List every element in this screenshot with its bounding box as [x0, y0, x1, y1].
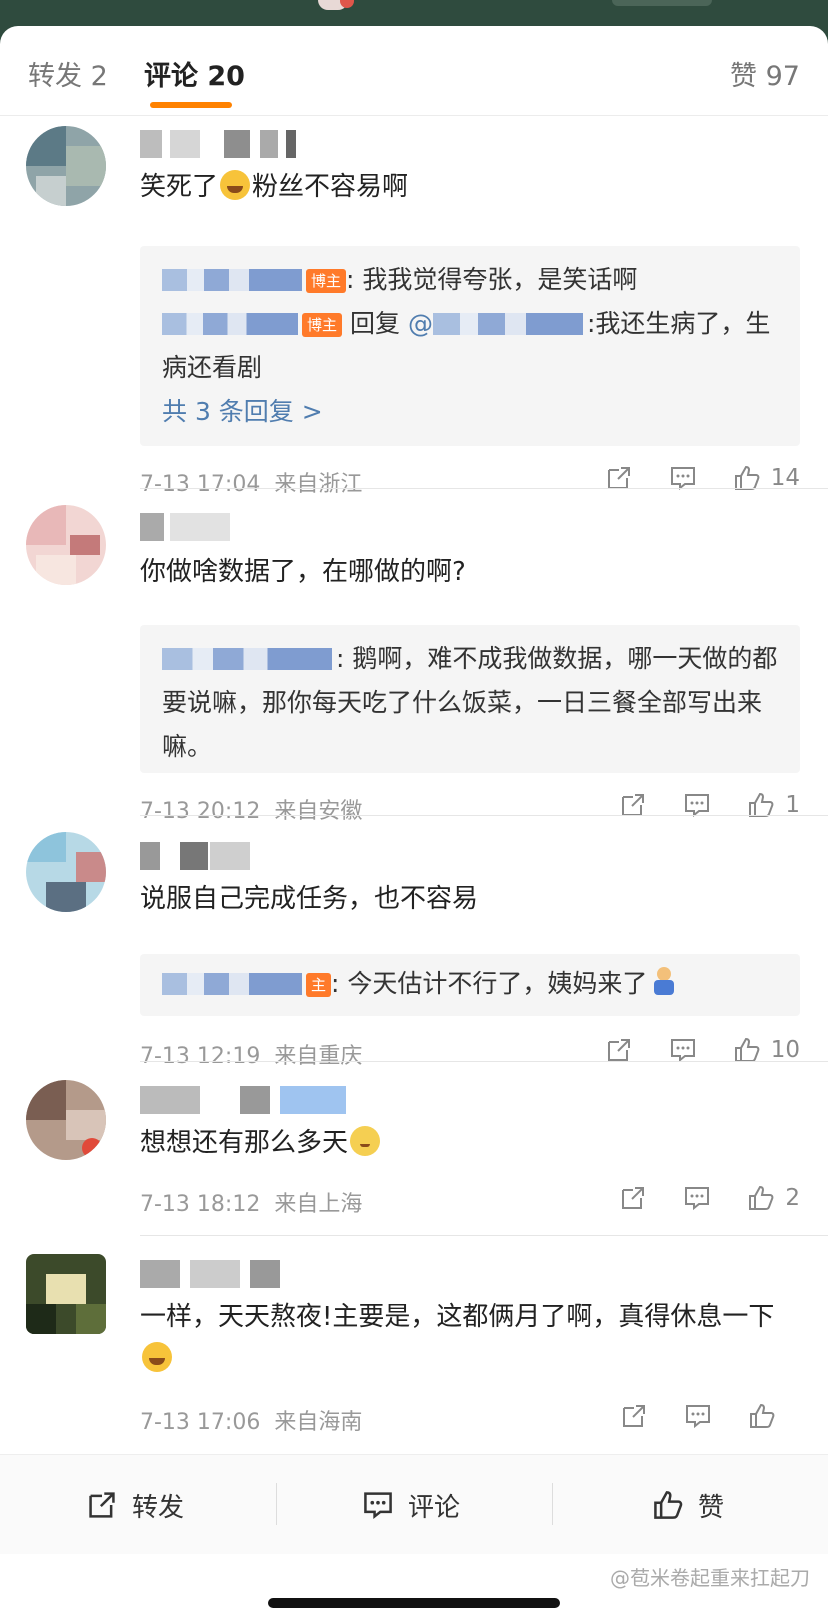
comment-text: 说服自己完成任务，也不容易 [140, 884, 479, 914]
like-icon[interactable] [747, 1184, 775, 1212]
comment-text: 笑死了 粉丝不容易啊 [140, 170, 409, 202]
username-blurred[interactable] [140, 842, 310, 870]
share-icon[interactable] [620, 1402, 648, 1430]
reply-icon[interactable] [669, 1036, 697, 1064]
comment-item: 想想还有那么多天 7-13 18:12 来自上海 2 [0, 1062, 828, 1236]
author-badge: 博主 [306, 269, 347, 293]
comment-text: 一样，天天熬夜!主要是，这都俩月了啊，真得休息一下 [140, 1296, 800, 1380]
reply-line: 博主: 我我觉得夸张，是笑话啊 [162, 258, 778, 302]
like-count: 10 [770, 1037, 800, 1063]
reply-box[interactable]: 主: 今天估计不行了，姨妈来了 [140, 954, 800, 1016]
comment-meta: 7-13 18:12 来自上海 [140, 1192, 363, 1217]
tab-active-indicator [150, 102, 232, 108]
author-badge: 博主 [302, 313, 343, 337]
tab-bar: 转发 2 评论 20 赞 97 [0, 26, 828, 116]
username-blurred[interactable] [140, 130, 310, 158]
avatar[interactable] [26, 505, 106, 585]
watermark: @苞米卷起重来扛起刀 [610, 1566, 810, 1590]
bottom-action-bar: 转发 评论 赞 [0, 1454, 828, 1554]
like-label: 赞 [698, 1492, 725, 1523]
like-count: 2 [785, 1185, 800, 1211]
author-badge: 主 [306, 973, 332, 997]
comment-sheet: 转发 2 评论 20 赞 97 笑死了 粉丝不容易啊 博主: 我我觉得夸张，是笑话… [0, 26, 828, 1617]
tab-repost[interactable]: 转发 2 [28, 54, 108, 93]
sweat-face-icon [350, 1126, 381, 1156]
reply-box[interactable]: : 鹅啊，难不成我做数据，哪一天做的都要说嘛，那你每天吃了什么饭菜，一日三餐全部… [140, 625, 800, 773]
username-blurred[interactable] [140, 513, 310, 541]
repost-label: 转发 [132, 1492, 185, 1523]
mention-link[interactable]: @ [408, 309, 433, 338]
laughing-tears-icon [142, 1342, 172, 1372]
comment-actions [584, 1398, 800, 1434]
reply-username-blurred[interactable] [162, 973, 302, 995]
laughing-tears-icon [220, 170, 251, 200]
reply-line: : 鹅啊，难不成我做数据，哪一天做的都要说嘛，那你每天吃了什么饭菜，一日三餐全部… [162, 644, 778, 761]
share-icon[interactable] [605, 1036, 633, 1064]
top-pill [612, 0, 712, 6]
divider [276, 1483, 277, 1525]
like-button[interactable]: 赞 [652, 1485, 724, 1525]
comment-text: 想想还有那么多天 [140, 1122, 800, 1164]
figure-emoji-icon [649, 967, 679, 997]
avatar[interactable] [26, 832, 106, 912]
like-icon[interactable] [733, 1036, 761, 1064]
reply-icon[interactable] [683, 1184, 711, 1212]
notification-dot [340, 0, 354, 8]
username-blurred[interactable] [140, 1086, 350, 1114]
avatar[interactable] [26, 1254, 106, 1334]
comment-item: 说服自己完成任务，也不容易 主: 今天估计不行了，姨妈来了 7-13 12:19… [0, 816, 828, 1069]
reply-line: 博主 回复 @:我还生病了，生病还看剧 [162, 309, 771, 382]
comment-label: 评论 [408, 1492, 461, 1523]
avatar[interactable] [26, 1080, 106, 1160]
reply-line: 主: 今天估计不行了，姨妈来了 [162, 962, 778, 1006]
comment-item: 一样，天天熬夜!主要是，这都俩月了啊，真得休息一下 7-13 17:06 来自海… [0, 1236, 828, 1454]
reply-username-blurred[interactable] [162, 269, 302, 291]
comment-icon [364, 1492, 392, 1520]
repost-button[interactable]: 转发 [86, 1485, 184, 1525]
comment-text: 你做啥数据了，在哪做的啊? [140, 557, 466, 587]
reply-icon[interactable] [684, 1402, 712, 1430]
comment-meta: 7-13 17:06 来自海南 [140, 1410, 363, 1435]
username-blurred[interactable] [140, 1260, 310, 1288]
divider [552, 1483, 553, 1525]
tab-comments[interactable]: 评论 20 [144, 54, 245, 93]
share-icon[interactable] [619, 1184, 647, 1212]
comment-actions: 2 [583, 1180, 800, 1216]
more-replies-link[interactable]: 共 3 条回复 > [162, 390, 778, 434]
reply-username-blurred[interactable] [162, 313, 298, 335]
mention-username-blurred[interactable] [432, 313, 583, 335]
like-icon [654, 1491, 683, 1519]
reply-username-blurred[interactable] [162, 648, 332, 670]
reply-box[interactable]: 博主: 我我觉得夸张，是笑话啊 博主 回复 @:我还生病了，生病还看剧 共 3 … [140, 246, 800, 446]
home-indicator[interactable] [268, 1598, 560, 1608]
tab-likes[interactable]: 赞 97 [730, 54, 800, 93]
avatar[interactable] [26, 126, 106, 206]
comment-button[interactable]: 评论 [362, 1485, 460, 1525]
comment-item: 笑死了 粉丝不容易啊 博主: 我我觉得夸张，是笑话啊 博主 回复 @:我还生病了，… [0, 116, 828, 497]
comment-item: 你做啥数据了，在哪做的啊? : 鹅啊，难不成我做数据，哪一天做的都要说嘛，那你每… [0, 489, 828, 824]
like-icon[interactable] [748, 1402, 776, 1430]
share-icon [89, 1492, 115, 1518]
